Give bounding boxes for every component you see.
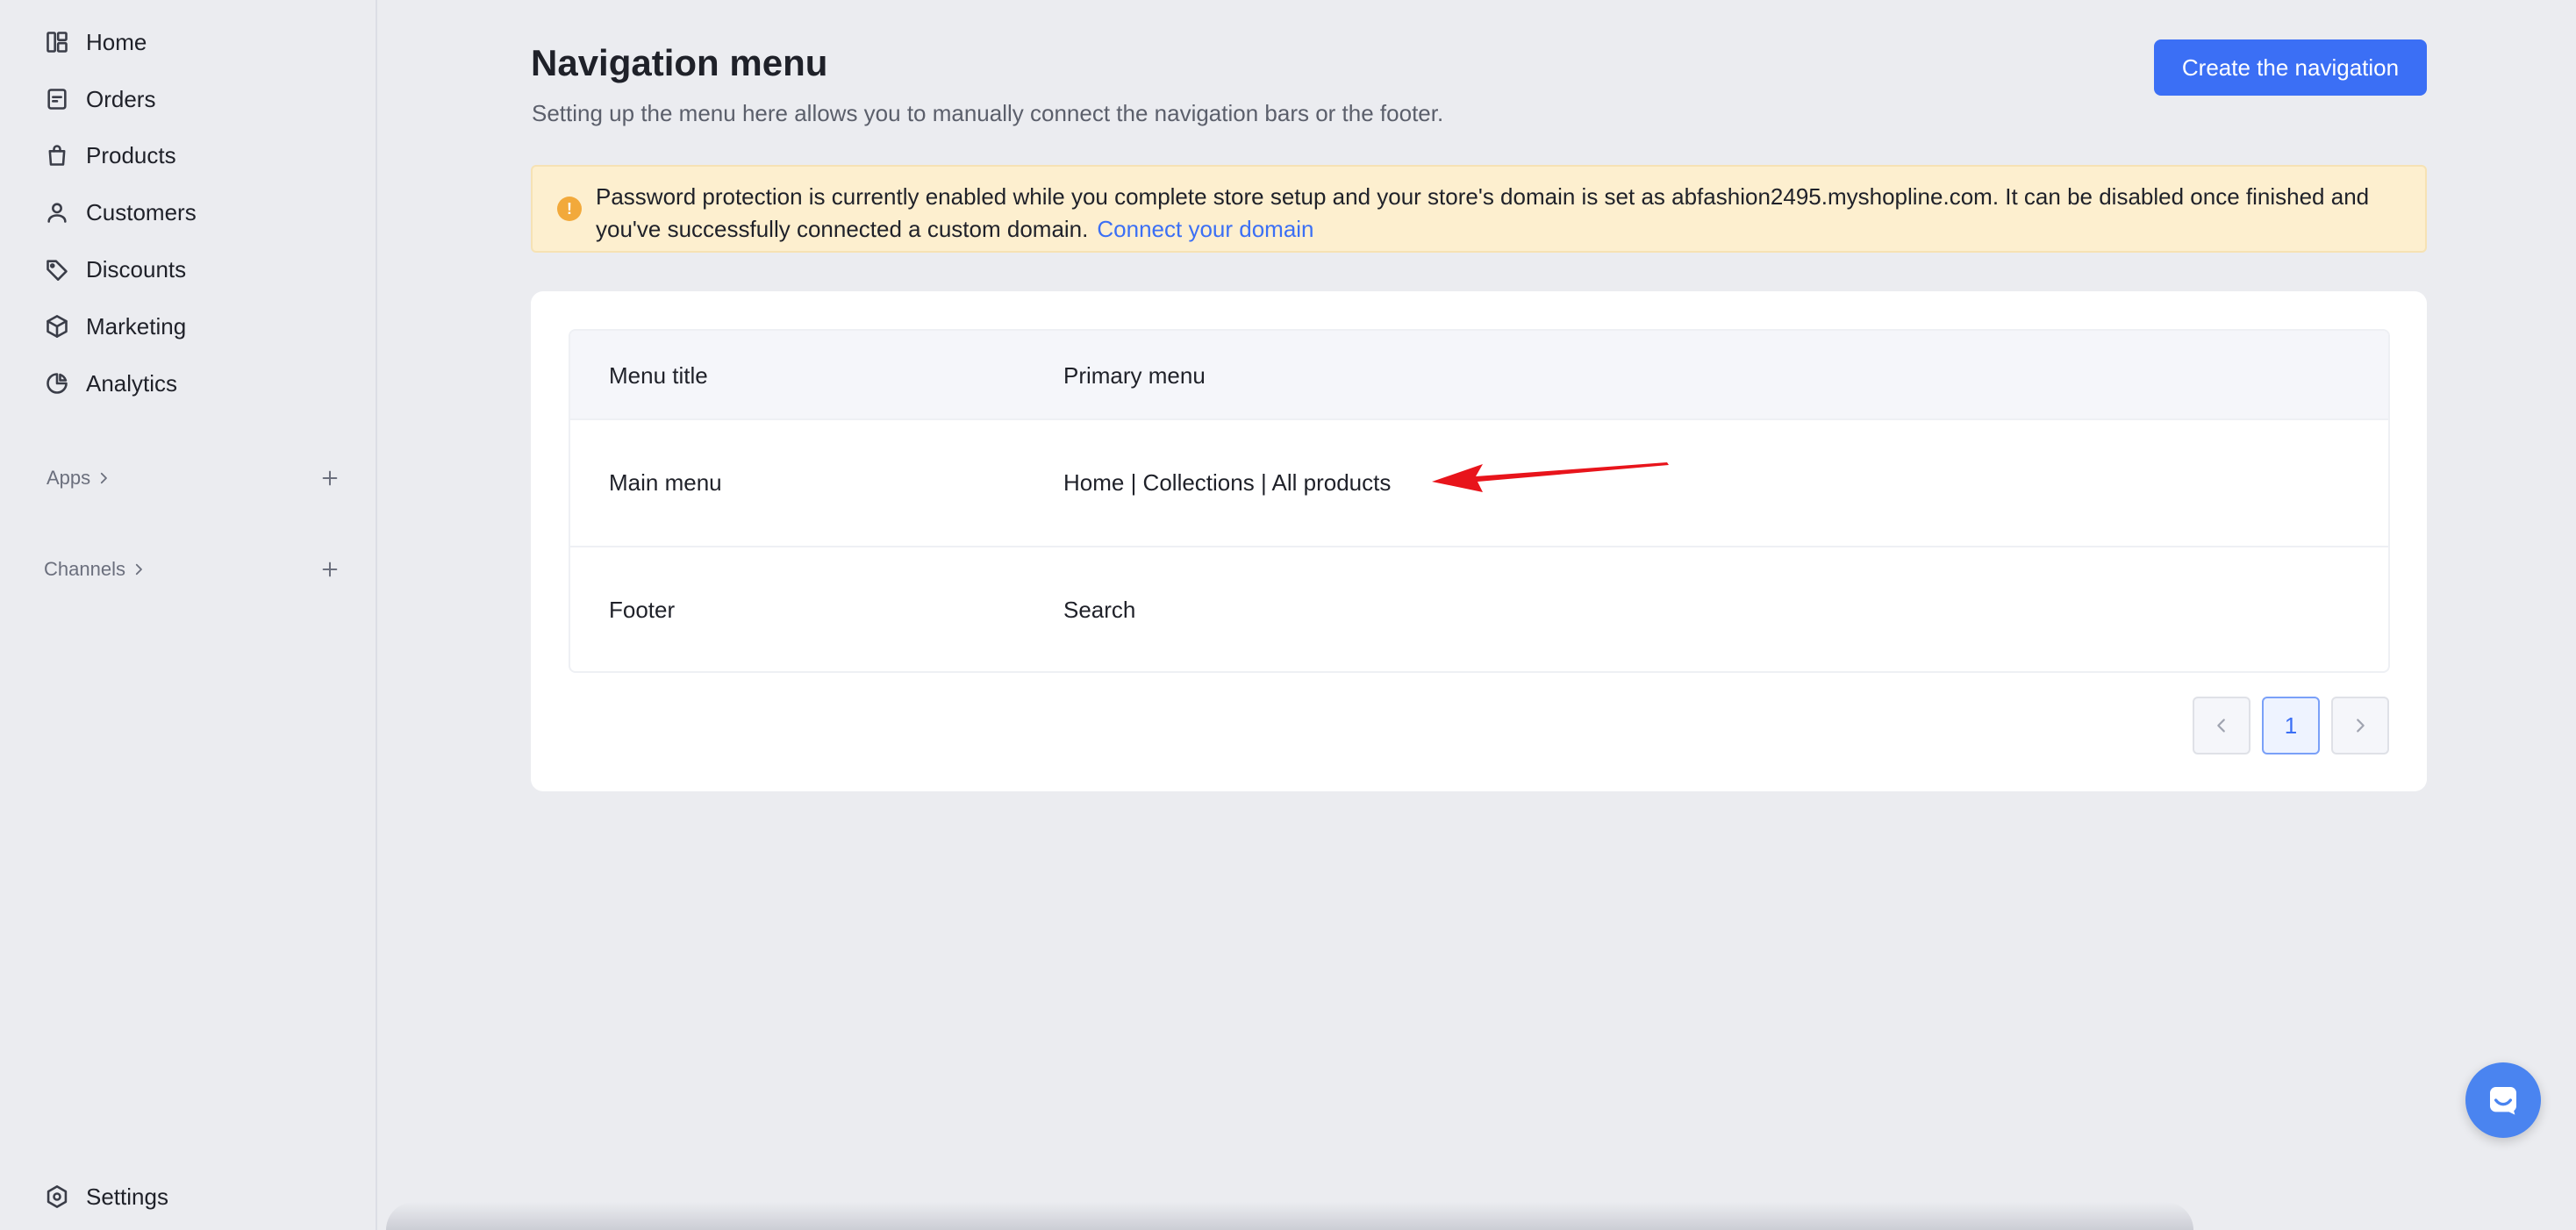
page-subtitle: Setting up the menu here allows you to m… (532, 100, 1444, 126)
settings-hexagon-icon (44, 1184, 70, 1210)
page-title: Navigation menu (531, 42, 828, 83)
menu-items-cell: Home | Collections | All products (1063, 469, 1392, 496)
sidebar-item-label: Settings (86, 1183, 168, 1210)
banner-message-container: Password protection is currently enabled… (596, 181, 2412, 246)
cube-icon (44, 313, 70, 340)
sidebar-item-products[interactable]: Products (44, 133, 176, 177)
chevron-right-icon (135, 563, 142, 576)
apps-label: Apps (47, 467, 91, 489)
chat-icon (2490, 1087, 2516, 1115)
add-channel-button[interactable] (317, 556, 343, 583)
chat-support-button[interactable] (2465, 1062, 2541, 1138)
sidebar-item-label: Discounts (86, 255, 187, 282)
chevron-right-icon (101, 472, 108, 484)
prev-page-button[interactable] (2193, 697, 2250, 754)
sidebar-item-analytics[interactable]: Analytics (44, 361, 177, 405)
receipt-icon (44, 86, 70, 112)
pie-chart-icon (44, 370, 70, 397)
sidebar-item-customers[interactable]: Customers (44, 190, 197, 234)
sidebar-item-label: Analytics (86, 369, 178, 397)
sidebar-item-discounts[interactable]: Discounts (44, 247, 186, 291)
sidebar-item-label: Home (86, 28, 147, 55)
chevron-left-icon (2217, 719, 2225, 733)
annotation-arrow-icon (1432, 462, 1669, 492)
column-header-menu-title: Menu title (609, 362, 708, 389)
plus-icon (322, 561, 338, 577)
dashboard-icon (44, 29, 70, 55)
sidebar-item-settings[interactable]: Settings (44, 1175, 168, 1219)
table-row[interactable]: Footer Search (570, 547, 2388, 671)
plus-icon (322, 470, 338, 486)
channels-label: Channels (44, 558, 125, 580)
menu-title-cell: Footer (609, 597, 676, 623)
sidebar-item-label: Customers (86, 198, 197, 225)
menu-table: Menu title Primary menu Main menu Home |… (569, 329, 2390, 673)
chevron-right-icon (2357, 719, 2365, 733)
add-app-button[interactable] (317, 465, 343, 491)
app-root: Home Orders Products Customers Discounts (0, 0, 2576, 1230)
sidebar-item-home[interactable]: Home (44, 20, 147, 64)
banner-message: Password protection is currently enabled… (596, 183, 2370, 242)
warning-icon: ! (557, 197, 582, 221)
person-icon (44, 199, 70, 225)
sidebar-item-orders[interactable]: Orders (44, 77, 155, 121)
shopping-bag-icon (44, 142, 70, 168)
connect-domain-link[interactable]: Connect your domain (1097, 216, 1313, 242)
page-number-button[interactable]: 1 (2262, 697, 2320, 754)
menu-items-cell: Search (1063, 597, 1136, 623)
table-header: Menu title Primary menu (570, 331, 2388, 420)
sidebar-group-channels[interactable]: Channels (44, 558, 147, 581)
next-page-button[interactable] (2331, 697, 2389, 754)
sidebar: Home Orders Products Customers Discounts (0, 0, 377, 1230)
sidebar-item-label: Orders (86, 85, 156, 112)
bottom-shadow (386, 1202, 2193, 1230)
sidebar-item-label: Marketing (86, 312, 187, 340)
create-navigation-button[interactable]: Create the navigation (2154, 39, 2427, 96)
sidebar-item-marketing[interactable]: Marketing (44, 304, 186, 348)
sidebar-item-label: Products (86, 141, 176, 168)
navigation-card: Menu title Primary menu Main menu Home |… (531, 291, 2427, 791)
sidebar-group-apps[interactable]: Apps (47, 467, 111, 490)
menu-title-cell: Main menu (609, 469, 722, 496)
password-protection-banner: ! Password protection is currently enabl… (531, 165, 2427, 253)
column-header-primary-menu: Primary menu (1063, 362, 1206, 389)
tag-icon (44, 256, 70, 282)
